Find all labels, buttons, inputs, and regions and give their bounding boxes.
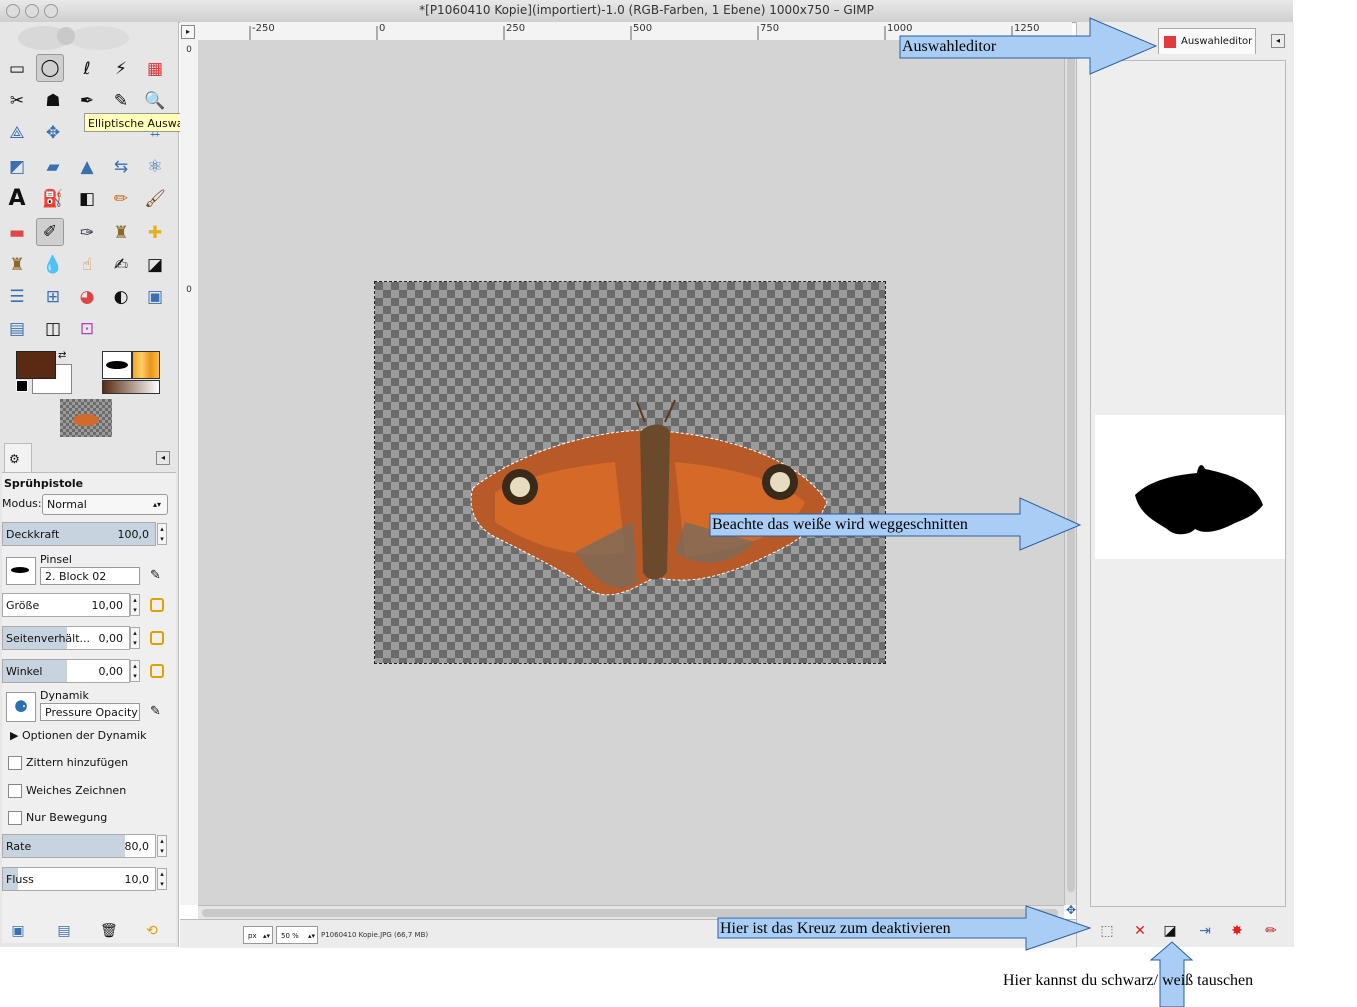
- annotation-auswahleditor: Auswahleditor: [902, 38, 997, 55]
- foreground-color-swatch[interactable]: [16, 351, 56, 379]
- annotation-tauschen: Hier kannst du schwarz/ weiß tauschen: [1003, 972, 1254, 989]
- annotation-weiss: Beachte das weiße wird weggeschnitten: [712, 516, 968, 533]
- annotation-kreuz: Hier ist das Kreuz zum deaktivieren: [720, 920, 951, 937]
- annotation-arrows: [709, 17, 1194, 1007]
